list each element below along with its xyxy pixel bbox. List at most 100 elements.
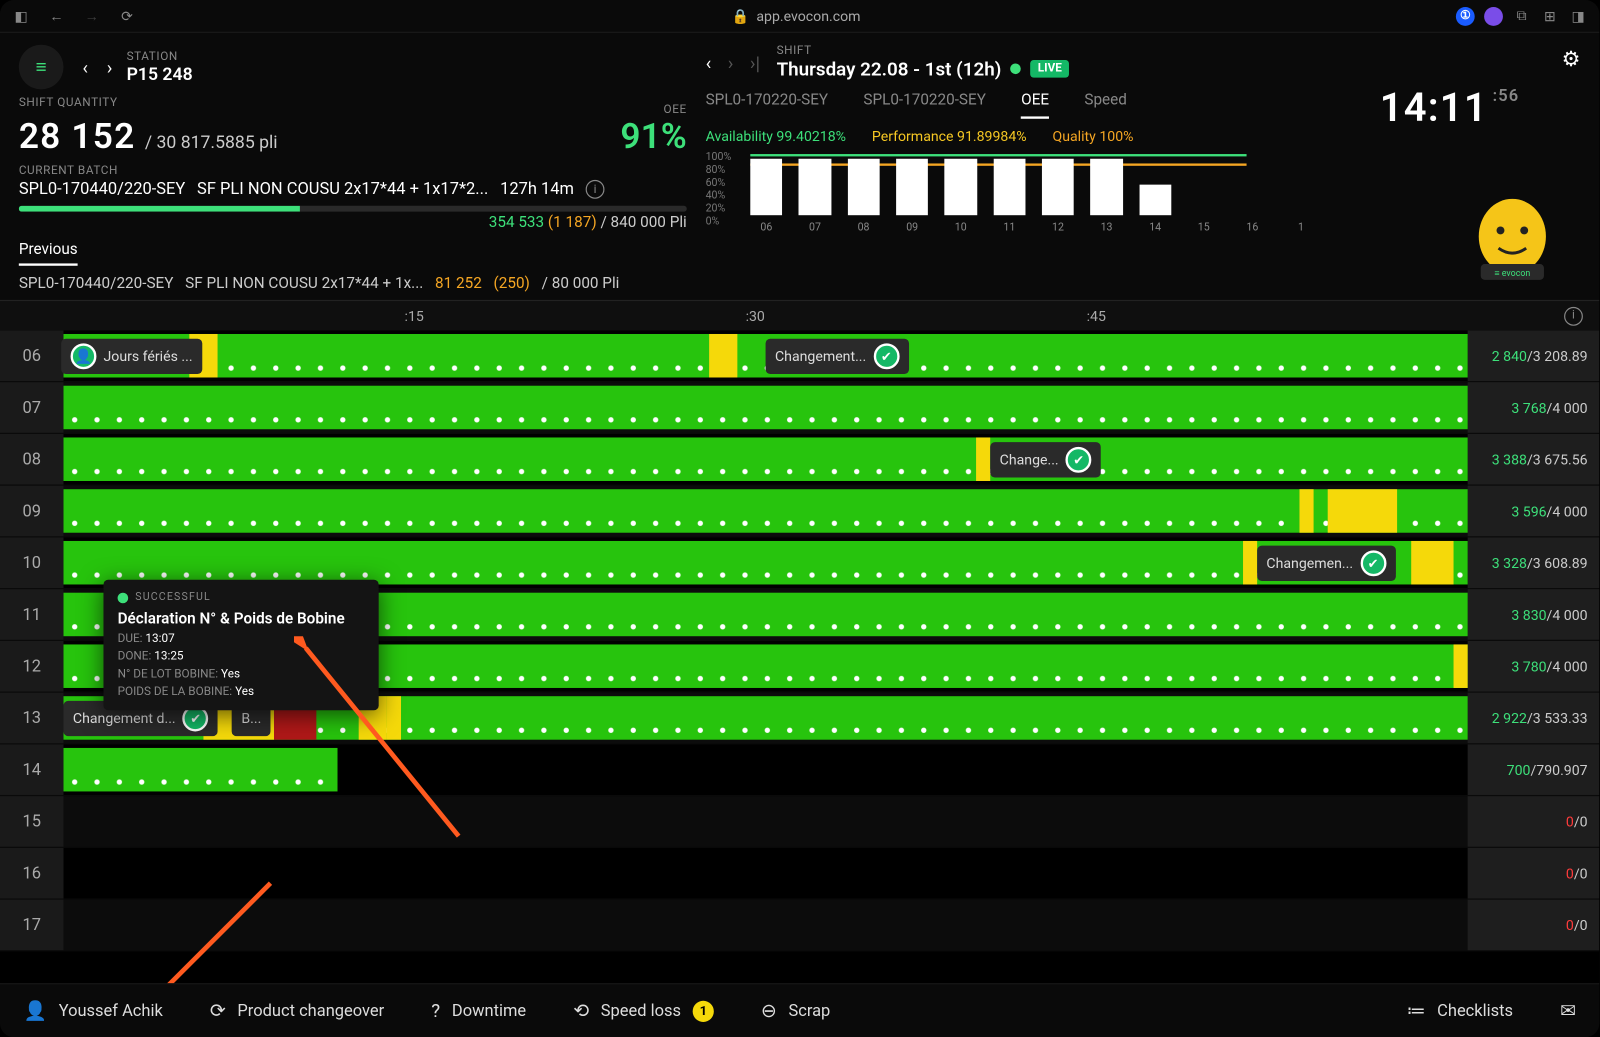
hour-row-07[interactable]: 07 3 768/4 000 [0,382,1599,434]
hour-label: 06 [0,330,64,381]
hour-row-06[interactable]: 06👤Jours fériés ... Changement...✔ 2 840/3… [0,330,1599,382]
speedloss-badge: 1 [693,1000,714,1021]
hour-row-15[interactable]: 150/0 [0,796,1599,848]
tab-batch1[interactable]: SPL0-170220-SEY [706,92,829,119]
url-bar[interactable]: 🔒 app.evocon.com [732,8,861,24]
evocon-mascot-icon: ≡ evocon [1463,187,1562,286]
tooltip-title: Déclaration N° & Poids de Bobine [118,610,365,628]
oee-mini-chart: 100%80%60%40%20%0% 060708091011121314151… [706,152,1318,234]
hour-label: 12 [0,641,64,692]
new-tab-icon[interactable]: ⊞ [1541,6,1560,25]
event-tag[interactable]: Changemen...✔ [1257,546,1395,581]
shift-label: SHIFT [777,45,1069,58]
hour-row-14[interactable]: 14700/790.907 [0,744,1599,796]
hour-track[interactable]: Change...✔ [64,437,1468,481]
prev-changed: (250) [494,275,530,293]
kpi-quality: 100% [1099,128,1133,144]
hour-total: 0/0 [1468,900,1600,951]
refresh-icon: ⟳ [210,1000,226,1022]
back-icon[interactable]: ← [47,6,66,25]
extension-2-icon[interactable] [1484,6,1503,25]
hour-track[interactable] [64,489,1468,533]
prev-code: SPL0-170440/220-SEY [19,275,174,293]
hour-label: 16 [0,848,64,899]
hour-track[interactable]: 👤Jours fériés ... Changement...✔ [64,334,1468,378]
hour-label: 07 [0,382,64,433]
hour-track[interactable] [64,800,1468,844]
help-icon: ? [431,1000,440,1022]
batch-changed: (1 187) [548,214,597,232]
info-icon[interactable]: i [586,180,605,199]
hour-row-09[interactable]: 09 3 596/4 000 [0,486,1599,538]
extension-1-icon[interactable]: ① [1456,6,1475,25]
kpi-availability: 99.40218% [776,128,846,144]
station-label: STATION [127,50,193,63]
check-icon: ✔ [873,343,899,369]
tab-batch2[interactable]: SPL0-170220-SEY [863,92,986,119]
oee-label: OEE [620,103,686,116]
hour-total: 3 388/3 675.56 [1468,434,1600,485]
settings-gear-icon[interactable]: ⚙ [1562,47,1581,72]
oee-value: 91% [620,116,686,157]
batch-progress [19,206,687,212]
checklists-button[interactable]: ≔ Checklists [1407,1000,1513,1022]
shift-prev-icon[interactable]: ‹ [706,51,712,73]
user-button[interactable]: 👤 Youssef Achik [24,1000,163,1022]
hour-total: 3 596/4 000 [1468,486,1600,537]
clock: 14:11 :56 [1380,85,1520,132]
batch-done: 354 533 [489,214,544,232]
shift-title[interactable]: Thursday 22.08 - 1st (12h) LIVE [777,58,1069,80]
app-logo[interactable]: ≡ [19,45,64,90]
annotation-arrow-2 [153,871,294,983]
event-tag[interactable]: Changement...✔ [766,339,909,374]
hour-total: 3 780/4 000 [1468,641,1600,692]
url-text: app.evocon.com [756,8,860,24]
annotation-arrow-1 [294,636,482,848]
hour-total: 0/0 [1468,848,1600,899]
hour-label: 11 [0,589,64,640]
timeline-ruler: :15 :30 :45 i [0,300,1599,331]
hour-track[interactable] [64,748,1468,792]
tab-speed[interactable]: Speed [1084,92,1127,119]
scrap-button[interactable]: ⊖ Scrap [761,1000,830,1022]
batch-target: / 840 000 Pli [600,214,686,232]
timeline-info-icon[interactable]: i [1564,306,1583,325]
speedloss-button[interactable]: ⟲ Speed loss 1 [573,1000,714,1022]
tab-oee[interactable]: OEE [1021,92,1049,119]
hour-row-08[interactable]: 08Change...✔3 388/3 675.56 [0,434,1599,486]
speed-icon: ⟲ [573,1000,589,1022]
copy-icon[interactable]: ⧉ [1512,6,1531,25]
header-panel: ≡ ‹ › STATION P15 248 SHIFT QUANTITY 28 … [0,33,1599,300]
hour-total: 3 768/4 000 [1468,382,1600,433]
hour-total: 2 840/3 208.89 [1468,330,1600,381]
hour-label: 09 [0,486,64,537]
checklist-icon: ≔ [1407,1000,1426,1022]
station-next-icon[interactable]: › [107,56,113,78]
sidebar-toggle-icon[interactable]: ◧ [12,6,31,25]
station-prev-icon[interactable]: ‹ [82,56,88,78]
clock-time: 14:11 [1380,85,1488,132]
downtime-button[interactable]: ? Downtime [431,1000,526,1022]
previous-tab[interactable]: Previous [19,241,78,266]
prev-target: / 80 000 Pli [542,275,620,293]
hour-total: 3 830/4 000 [1468,589,1600,640]
station-name: P15 248 [127,63,193,84]
hour-track[interactable]: Changemen...✔ [64,541,1468,585]
hour-label: 13 [0,693,64,744]
forward-icon: → [82,6,101,25]
changeover-button[interactable]: ⟳ Product changeover [210,1000,384,1022]
panel-icon[interactable]: ◨ [1569,6,1588,25]
shift-last-icon: ›| [750,51,760,73]
reload-icon[interactable]: ⟳ [118,6,137,25]
prev-done: 81 252 [435,275,482,293]
hour-track[interactable] [64,386,1468,430]
batch-time: 127h 14m [500,180,574,199]
user-check-icon: 👤 [71,343,97,369]
batch-code: SPL0-170440/220-SEY [19,180,185,199]
clock-seconds: :56 [1493,87,1520,106]
check-icon: ✔ [1066,447,1092,473]
hour-label: 15 [0,796,64,847]
event-tag[interactable]: 👤Jours fériés ... [61,339,202,374]
event-tag[interactable]: Change...✔ [990,442,1101,477]
mail-button[interactable]: ✉ [1560,1000,1576,1022]
